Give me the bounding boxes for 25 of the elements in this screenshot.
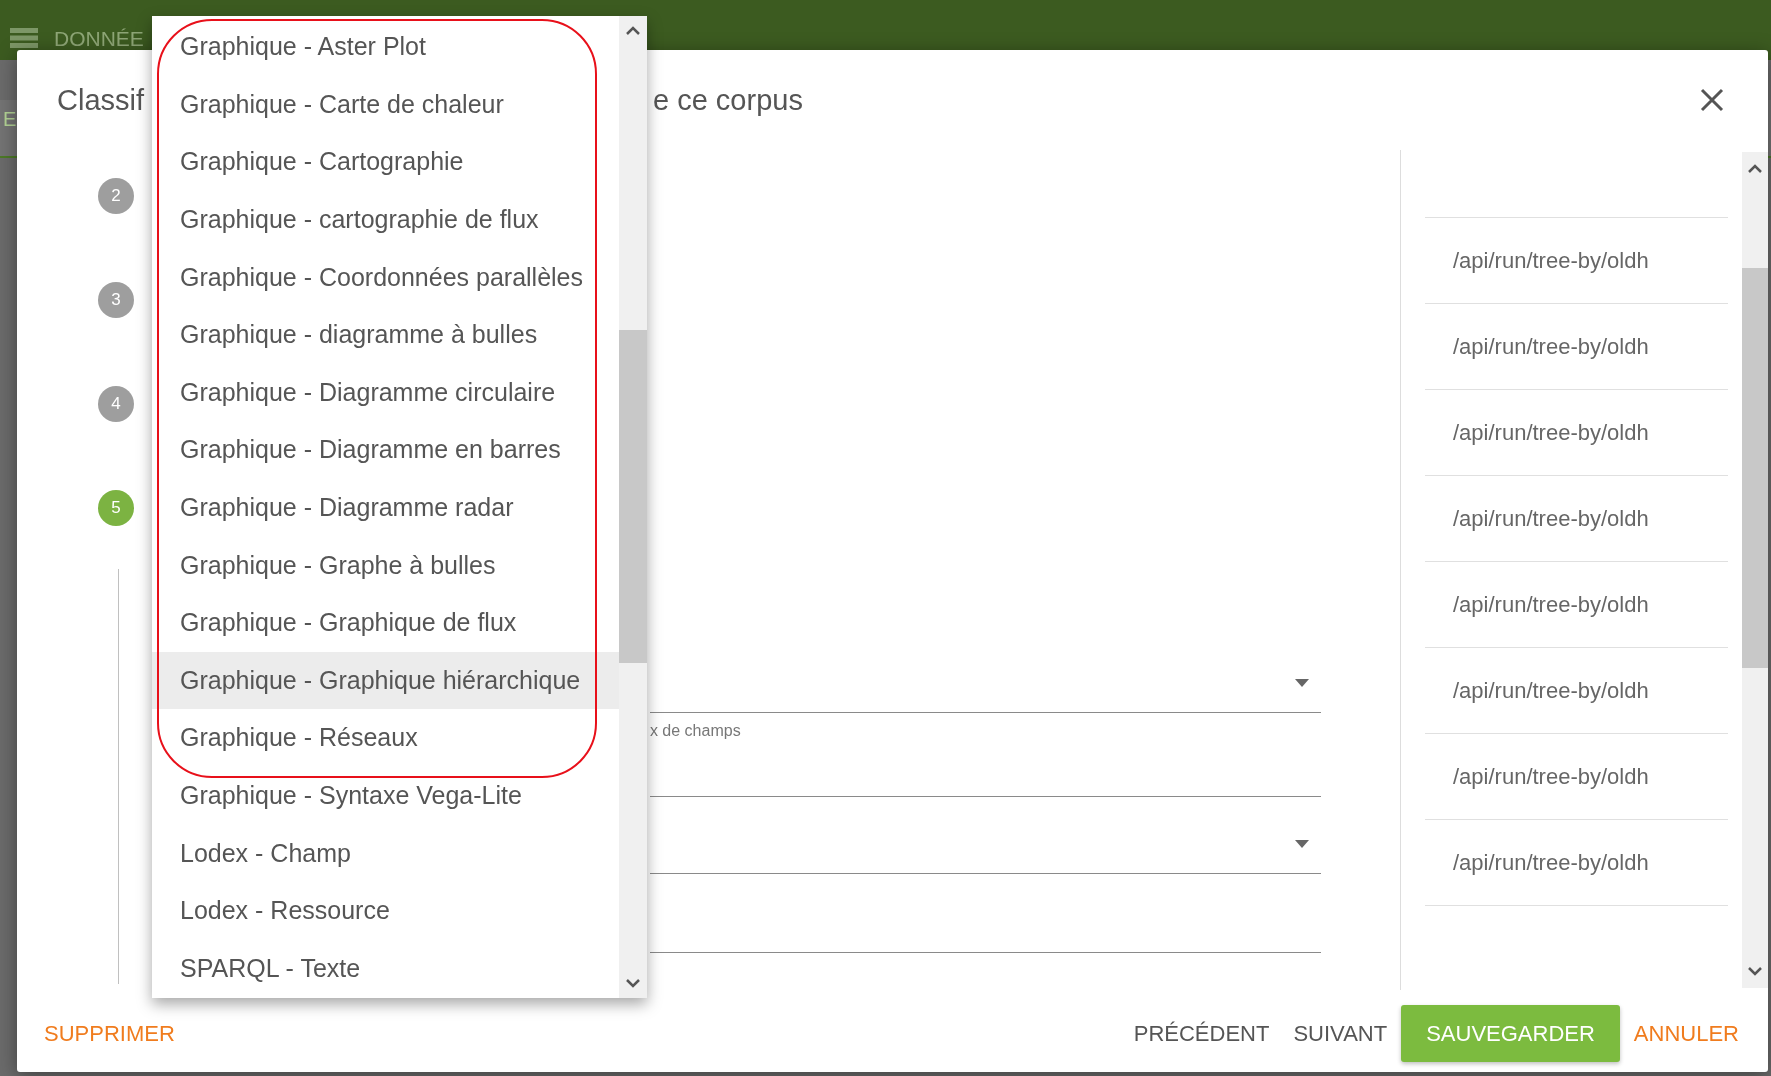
route-item[interactable]: /api/run/tree-by/oldh	[1425, 476, 1728, 562]
scrollbar[interactable]	[619, 16, 647, 998]
menu-icon[interactable]	[10, 28, 38, 48]
route-item[interactable]: /api/run/tree-by/oldh	[1425, 304, 1728, 390]
route-item[interactable]: /api/run/tree-by/oldh	[1425, 734, 1728, 820]
scroll-up-icon[interactable]	[625, 26, 641, 36]
helper-text: x de champs	[649, 722, 741, 739]
scroll-down-icon[interactable]	[625, 978, 641, 988]
route-item[interactable]: /api/run/tree-by/oldh	[1425, 390, 1728, 476]
scroll-up-icon[interactable]	[1747, 164, 1763, 174]
close-icon[interactable]	[1699, 87, 1725, 113]
dropdown-caret-icon	[1295, 839, 1309, 848]
scrollbar[interactable]	[1742, 152, 1768, 988]
route-item[interactable]: /api/run/tree-by/oldh	[1425, 820, 1728, 906]
route-item[interactable]: /api/run/tree-by/oldh	[1425, 648, 1728, 734]
app-title: DONNÉE	[54, 28, 144, 50]
dialog-title: e ce corpus	[653, 83, 804, 117]
dropdown-caret-icon	[1295, 678, 1309, 687]
dialog-title: Classif	[57, 83, 144, 116]
route-item[interactable]: /api/run/tree-by/oldh	[1425, 218, 1728, 304]
next-button[interactable]: SUIVANT	[1281, 1012, 1400, 1055]
previous-button[interactable]: PRÉCÉDENT	[1121, 1012, 1282, 1055]
route-item[interactable]: /api/run/tree-by/oldh	[1425, 562, 1728, 648]
scroll-down-icon[interactable]	[1747, 966, 1763, 976]
menu-item[interactable]: Graphique - Graphique hiérarchique	[152, 651, 619, 710]
